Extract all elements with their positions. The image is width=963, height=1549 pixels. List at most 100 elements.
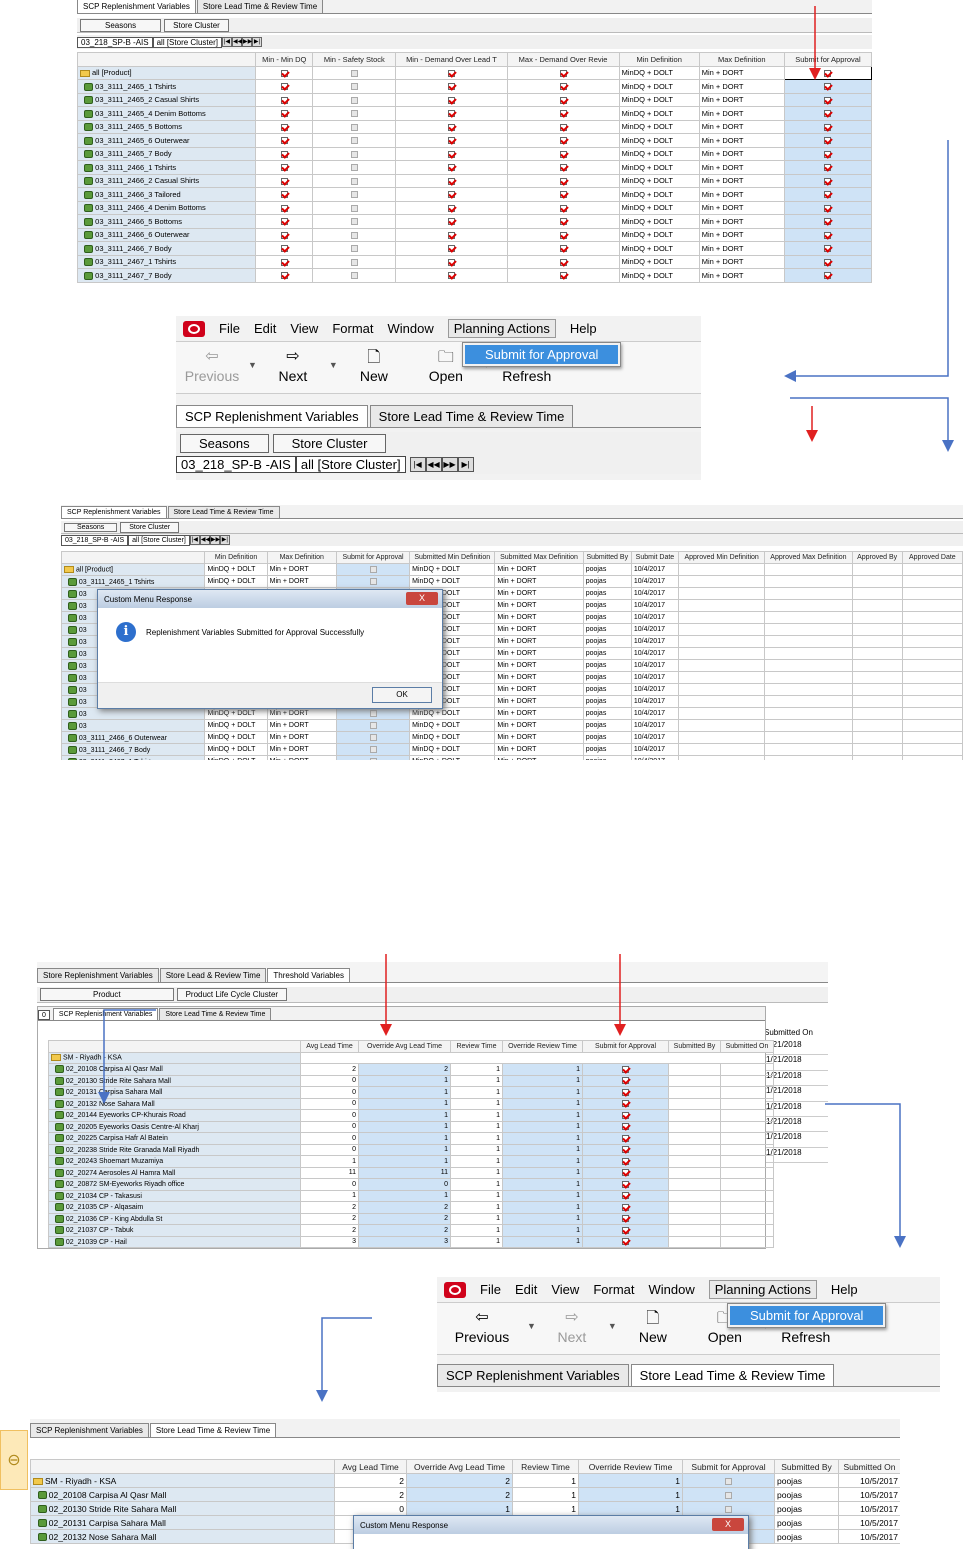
checkbox-icon[interactable]: [559, 96, 567, 104]
cell[interactable]: [582, 1235, 669, 1248]
checkbox-icon[interactable]: [369, 721, 377, 729]
cell[interactable]: 1: [502, 1201, 583, 1214]
checkbox-icon[interactable]: [725, 1477, 732, 1485]
cell[interactable]: 2: [334, 1473, 407, 1488]
checkbox-icon[interactable]: [559, 245, 567, 253]
cell[interactable]: [312, 146, 397, 161]
page-season-field[interactable]: 03_218_SP-B -AIS: [77, 36, 153, 48]
cell[interactable]: 1: [450, 1063, 503, 1076]
row-label[interactable]: 02_20274 Aerosoles Al Hamra Mall: [48, 1166, 301, 1179]
cell[interactable]: [335, 743, 411, 756]
cell[interactable]: [506, 187, 620, 202]
cell[interactable]: [395, 79, 508, 94]
cell[interactable]: 1: [358, 1086, 451, 1099]
next-page-icon[interactable]: ▶▶: [209, 535, 220, 545]
row-label[interactable]: 02_21039 CP - Hail: [48, 1235, 301, 1248]
cell[interactable]: 1: [358, 1097, 451, 1110]
cell[interactable]: 0: [300, 1109, 359, 1122]
cell[interactable]: [395, 254, 508, 269]
tab-scp-replenishment[interactable]: SCP Replenishment Variables: [77, 0, 196, 13]
cell[interactable]: [682, 1501, 775, 1516]
checkbox-icon[interactable]: [622, 1226, 629, 1234]
checkbox-icon[interactable]: [350, 96, 358, 104]
dialog-close-button[interactable]: X: [712, 1518, 744, 1531]
cell[interactable]: [395, 119, 508, 134]
cell[interactable]: [506, 200, 620, 215]
row-label[interactable]: 02_20144 Eyeworks CP-Khurais Road: [48, 1109, 301, 1122]
row-label[interactable]: 03_3111_2466_1 Tshirts: [77, 160, 257, 175]
row-label[interactable]: 03_3111_2466_6 Outerwear: [77, 227, 257, 242]
checkbox-icon[interactable]: [447, 245, 455, 253]
cell[interactable]: [395, 133, 508, 148]
cell[interactable]: [395, 187, 508, 202]
cell[interactable]: [395, 160, 508, 175]
cell[interactable]: [582, 1178, 669, 1191]
checkbox-icon[interactable]: [350, 164, 358, 172]
checkbox-icon[interactable]: [350, 218, 358, 226]
dim-seasons-button[interactable]: Seasons: [64, 522, 118, 532]
menu-help[interactable]: Help: [831, 1282, 858, 1297]
checkbox-icon[interactable]: [725, 1505, 732, 1513]
row-label[interactable]: 03_3111_2465_5 Bottoms: [77, 119, 257, 134]
dim-store-cluster-button[interactable]: Store Cluster: [272, 433, 387, 453]
previous-dropdown-icon[interactable]: ▼: [248, 360, 257, 370]
cell[interactable]: 1: [450, 1143, 503, 1156]
cell[interactable]: [312, 160, 397, 175]
cell[interactable]: 0: [334, 1501, 407, 1516]
cell[interactable]: 1: [450, 1155, 503, 1168]
cell[interactable]: 1: [450, 1178, 503, 1191]
checkbox-icon[interactable]: [369, 565, 377, 573]
cell[interactable]: [395, 214, 508, 229]
cell[interactable]: 0: [358, 1178, 451, 1191]
cell[interactable]: [395, 268, 508, 283]
tab-store-lead-time[interactable]: Store Lead Time & Review Time: [159, 1008, 272, 1020]
checkbox-icon[interactable]: [350, 69, 358, 77]
checkbox-icon[interactable]: [622, 1180, 629, 1188]
cell[interactable]: [783, 200, 872, 215]
row-label[interactable]: 03_3111_2466_2 Casual Shirts: [77, 173, 257, 188]
cell[interactable]: [582, 1109, 669, 1122]
checkbox-icon[interactable]: [369, 745, 377, 753]
cell[interactable]: 1: [502, 1086, 583, 1099]
cell[interactable]: 1: [502, 1109, 583, 1122]
cell[interactable]: [395, 227, 508, 242]
checkbox-icon[interactable]: [824, 96, 832, 104]
cell[interactable]: [506, 92, 620, 107]
checkbox-icon[interactable]: [824, 191, 832, 199]
tab-scp-replenishment[interactable]: SCP Replenishment Variables: [61, 506, 167, 518]
cell[interactable]: 1: [502, 1120, 583, 1133]
row-label[interactable]: 02_20131 Carpisa Sahara Mall: [48, 1086, 301, 1099]
cell[interactable]: [335, 707, 411, 720]
cell[interactable]: [255, 133, 314, 148]
checkbox-icon[interactable]: [622, 1077, 629, 1085]
previous-dropdown-icon[interactable]: ▼: [527, 1321, 536, 1331]
cell[interactable]: [506, 214, 620, 229]
checkbox-icon[interactable]: [280, 150, 288, 158]
cell[interactable]: [312, 106, 397, 121]
row-label[interactable]: 03_3111_2466_7 Body: [77, 241, 257, 256]
checkbox-icon[interactable]: [350, 110, 358, 118]
checkbox-icon[interactable]: [280, 69, 288, 77]
checkbox-icon[interactable]: [280, 110, 288, 118]
cell[interactable]: [255, 268, 314, 283]
cell[interactable]: [582, 1074, 669, 1087]
previous-button[interactable]: ⇦ Previous: [176, 342, 248, 384]
checkbox-icon[interactable]: [622, 1065, 629, 1073]
checkbox-icon[interactable]: [725, 1491, 732, 1499]
tab-scp-replenishment[interactable]: SCP Replenishment Variables: [30, 1423, 149, 1437]
cell[interactable]: [335, 575, 411, 588]
next-button[interactable]: ⇨ Next: [257, 342, 329, 384]
checkbox-icon[interactable]: [280, 245, 288, 253]
row-label[interactable]: 03_3111_2465_7 Body: [77, 146, 257, 161]
dim-seasons-button[interactable]: Seasons: [80, 18, 162, 32]
checkbox-icon[interactable]: [824, 137, 832, 145]
cell[interactable]: 1: [512, 1487, 579, 1502]
previous-button[interactable]: ⇦ Previous: [437, 1303, 527, 1345]
menu-view[interactable]: View: [551, 1282, 579, 1297]
cell[interactable]: 2: [358, 1212, 451, 1225]
checkbox-icon[interactable]: [447, 272, 455, 280]
cell[interactable]: [783, 173, 872, 188]
cell[interactable]: [395, 241, 508, 256]
row-label[interactable]: 02_20872 SM-Eyeworks Riyadh office: [48, 1178, 301, 1191]
cell[interactable]: [783, 268, 872, 283]
